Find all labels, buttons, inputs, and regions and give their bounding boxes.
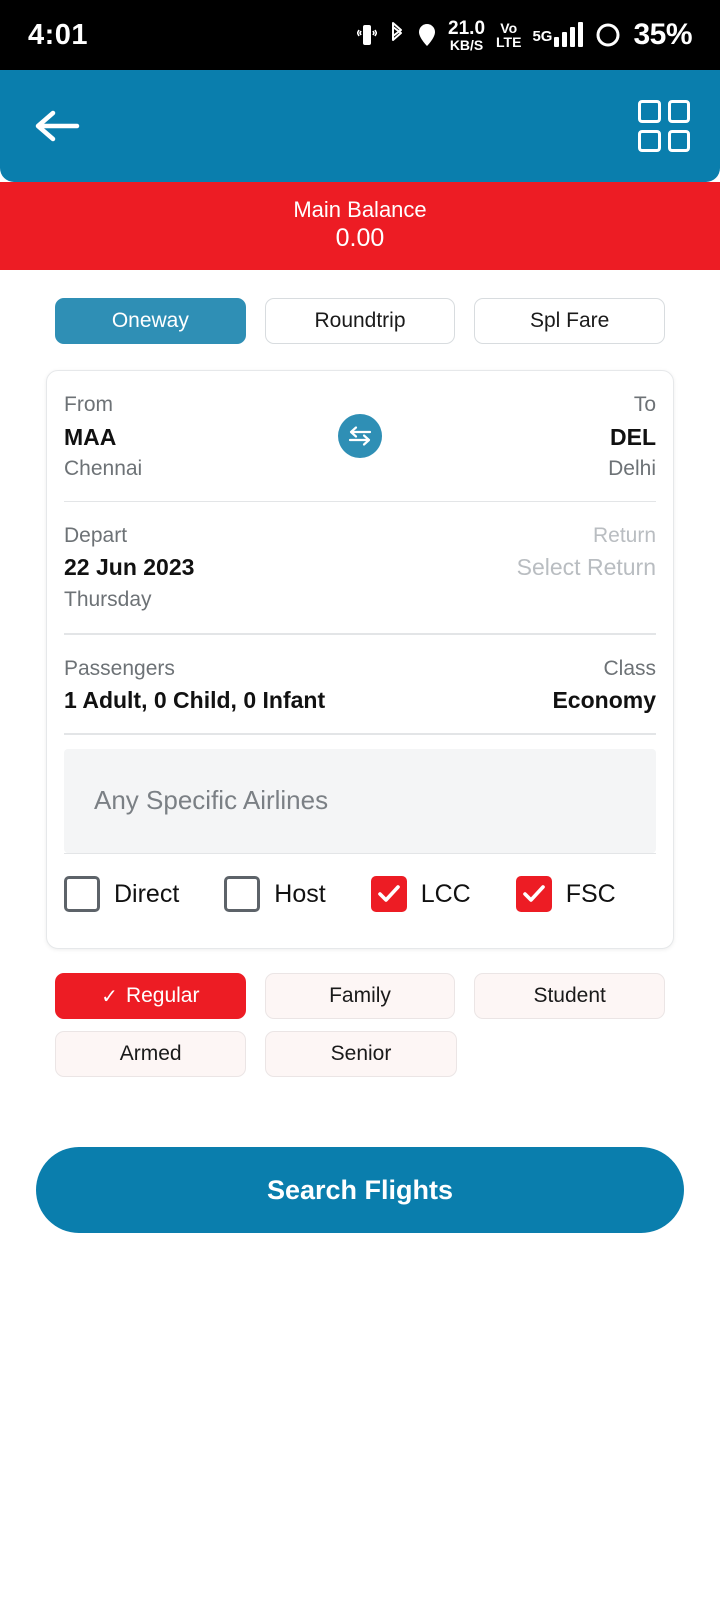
class-value: Economy (552, 687, 656, 714)
fare-chip-label: Senior (330, 1042, 392, 1066)
bluetooth-icon (388, 22, 406, 48)
depart-day: Thursday (64, 587, 152, 611)
depart-date-field[interactable]: Depart 22 Jun 2023 Thursday (64, 520, 194, 615)
fare-chip-label: Armed (119, 1042, 182, 1066)
search-form-card: From MAA Chennai To DEL Delhi Depart 22 (46, 370, 674, 950)
checkbox-label: LCC (420, 879, 471, 908)
to-city: Delhi (608, 457, 656, 481)
check-icon: ✓ (101, 985, 118, 1008)
class-field[interactable]: Class Economy (552, 653, 656, 718)
checkbox-label: Host (274, 879, 326, 908)
fare-chip-label: Family (329, 984, 391, 1008)
passengers-row: Passengers 1 Adult, 0 Child, 0 Infant Cl… (64, 635, 656, 734)
return-date-field[interactable]: Return Select Return (517, 520, 656, 615)
fare-type-row-2: Armed Senior (0, 1019, 720, 1078)
vibrate-icon (357, 22, 378, 48)
fare-chip-label: Student (533, 984, 606, 1008)
return-value: Select Return (516, 554, 656, 581)
checkbox-box-checked (515, 876, 552, 913)
checkbox-fsc[interactable]: FSC (515, 876, 616, 913)
tab-spl-fare[interactable]: Spl Fare (474, 298, 666, 345)
fare-chip-label: Regular (125, 984, 200, 1008)
to-code: DEL (610, 423, 656, 450)
checkbox-box-checked (370, 876, 407, 913)
from-city: Chennai (64, 457, 143, 481)
status-bar-icons: 21.0 KB/S Vo LTE 5G 35% (357, 18, 692, 52)
to-field[interactable]: To DEL Delhi (608, 389, 656, 484)
depart-label: Depart (64, 523, 128, 547)
search-button-wrapper: Search Flights (0, 1077, 720, 1234)
battery-percent: 35% (633, 18, 692, 51)
to-label: To (633, 393, 656, 417)
checkbox-direct[interactable]: Direct (64, 876, 180, 913)
trip-type-tabs: Oneway Roundtrip Spl Fare (0, 270, 720, 345)
balance-label: Main Balance (293, 197, 427, 222)
tab-roundtrip[interactable]: Roundtrip (264, 298, 456, 345)
class-label: Class (603, 656, 656, 680)
grid-cell (638, 100, 661, 123)
fare-chip-senior[interactable]: Senior (265, 1031, 457, 1078)
main-content: Oneway Roundtrip Spl Fare From MAA Chenn… (0, 270, 720, 1234)
checkbox-box (224, 876, 261, 913)
from-label: From (64, 393, 113, 417)
checkbox-label: FSC (565, 879, 616, 908)
route-row: From MAA Chennai To DEL Delhi (64, 371, 656, 500)
airlines-input[interactable]: Any Specific Airlines (64, 748, 656, 853)
grid-cell (638, 129, 661, 152)
checkbox-box (64, 876, 100, 913)
grid-cell (667, 100, 690, 123)
fare-chip-student[interactable]: Student (474, 973, 666, 1020)
swap-horizontal-icon[interactable] (338, 413, 382, 458)
status-bar-time: 4:01 (28, 18, 89, 51)
checkbox-lcc[interactable]: LCC (370, 876, 471, 913)
balance-amount: 0.00 (335, 224, 385, 253)
fare-chip-armed[interactable]: Armed (55, 1031, 247, 1078)
return-label: Return (592, 523, 656, 547)
back-button[interactable] (30, 99, 84, 153)
passengers-field[interactable]: Passengers 1 Adult, 0 Child, 0 Infant (64, 653, 325, 718)
filter-checkboxes: Direct Host LCC FSC (64, 854, 656, 948)
grid-menu-icon[interactable] (638, 100, 690, 152)
fare-type-row-1: ✓ Regular Family Student (0, 949, 720, 1020)
app-header (0, 70, 720, 182)
signal-bars (554, 22, 584, 47)
from-field[interactable]: From MAA Chennai (64, 389, 142, 484)
battery-icon (594, 21, 622, 49)
search-flights-button[interactable]: Search Flights (36, 1147, 684, 1234)
status-bar: 4:01 21.0 KB/S Vo LTE 5G 35% (0, 0, 720, 70)
tab-oneway[interactable]: Oneway (55, 298, 246, 345)
grid-cell (667, 129, 690, 152)
data-rate-indicator: 21.0 KB/S (448, 17, 486, 53)
fare-chip-regular[interactable]: ✓ Regular (55, 973, 246, 1020)
checkbox-label: Direct (114, 879, 180, 908)
date-row: Depart 22 Jun 2023 Thursday Return Selec… (64, 502, 656, 633)
passengers-value: 1 Adult, 0 Child, 0 Infant (64, 687, 326, 714)
depart-date: 22 Jun 2023 (64, 554, 195, 581)
main-balance-banner: Main Balance 0.00 (0, 182, 720, 271)
checkbox-host[interactable]: Host (224, 876, 326, 913)
airlines-section: Any Specific Airlines (64, 735, 656, 853)
chip-row-spacer (476, 1031, 665, 1077)
from-code: MAA (64, 423, 117, 450)
passengers-label: Passengers (64, 656, 175, 680)
location-icon (417, 22, 437, 48)
volte-indicator: Vo LTE (496, 20, 522, 50)
fare-chip-family[interactable]: Family (264, 973, 456, 1020)
signal-bars-icon: 5G (532, 22, 584, 47)
